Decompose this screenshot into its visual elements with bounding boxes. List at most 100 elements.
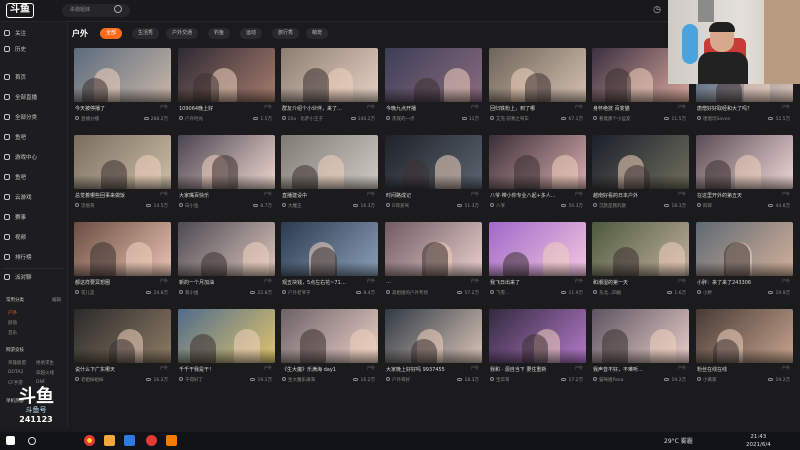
streamer-name[interactable]: 飞雪… bbox=[490, 290, 546, 296]
stream-thumbnail[interactable] bbox=[178, 309, 275, 363]
stream-thumbnail[interactable] bbox=[489, 222, 586, 276]
streamer-name[interactable]: 东北...四娘 bbox=[593, 290, 649, 296]
streamer-name[interactable]: 小黄家 bbox=[697, 377, 753, 383]
stream-thumbnail[interactable] bbox=[74, 309, 171, 363]
stream-thumbnail[interactable] bbox=[696, 309, 793, 363]
stream-card[interactable]: 和潮湿的第一天 户外 东北...四娘 1.6万 bbox=[592, 222, 689, 301]
sub-dnf[interactable]: DNF bbox=[36, 380, 45, 385]
stream-thumbnail[interactable] bbox=[178, 48, 275, 102]
streamer-name[interactable]: 宝华哥 bbox=[490, 377, 546, 383]
stream-title[interactable]: 在这里开外的第五天 bbox=[697, 192, 773, 199]
stream-card[interactable]: 今天被停播了 户外 直播分播 288.2万 bbox=[74, 48, 171, 127]
stream-thumbnail[interactable] bbox=[385, 309, 482, 363]
streamer-name[interactable]: 蒋小姐 bbox=[179, 290, 235, 296]
streamer-name[interactable]: 生大魔乐满海 bbox=[282, 377, 338, 383]
tab-travel[interactable]: 旅行秀 bbox=[272, 28, 300, 39]
sub-beauty[interactable]: 颜值 bbox=[8, 320, 17, 326]
folder-icon[interactable] bbox=[104, 435, 115, 446]
stream-card[interactable]: 直播建设中 户外 大魔王 16.3万 bbox=[281, 135, 378, 214]
stream-thumbnail[interactable] bbox=[74, 48, 171, 102]
stream-card[interactable]: 时间路成记 户外 D哥爱驾 51.3万 bbox=[385, 135, 482, 214]
stream-card[interactable]: 大家嘴百快乐 户外 白小鱼 8.7万 bbox=[178, 135, 275, 214]
streamer-name[interactable]: 沉默是我的歌 bbox=[593, 203, 649, 209]
windows-start-icon[interactable] bbox=[6, 436, 15, 445]
sub-pubg[interactable]: 绝地求生 bbox=[36, 360, 54, 366]
sidebar-item-party[interactable]: 派对聊 bbox=[4, 272, 64, 284]
stream-thumbnail[interactable] bbox=[592, 222, 689, 276]
streamer-name[interactable]: 户外时光 bbox=[179, 116, 235, 122]
stream-card[interactable]: 大家晚上好好吗 9937455 户外 户外哥好 18.3万 bbox=[385, 309, 482, 388]
stream-title[interactable]: 小胖：来了来了243306 bbox=[697, 279, 773, 286]
stream-title[interactable]: 新的一个月加油 bbox=[179, 279, 255, 286]
sub-cf[interactable]: 穿越火线 bbox=[36, 370, 54, 376]
stream-title[interactable]: 都这样要冥想圈 bbox=[75, 279, 151, 286]
streamer-name[interactable]: 唐僧玩Seven bbox=[697, 116, 753, 122]
app-red-icon[interactable] bbox=[146, 435, 157, 446]
stream-card[interactable]: 我飞日出来了 户外 飞雪… 11.9万 bbox=[489, 222, 586, 301]
stream-title[interactable]: 唐僧好好取经和大了吗？ bbox=[697, 105, 773, 112]
streamer-name[interactable]: 四郎 bbox=[697, 203, 753, 209]
stream-thumbnail[interactable] bbox=[281, 135, 378, 189]
streamer-name[interactable]: 猫咪姐Pana bbox=[593, 377, 649, 383]
stream-title[interactable]: 今晚九点开播 bbox=[386, 105, 462, 112]
chrome-icon[interactable] bbox=[84, 435, 95, 446]
stream-title[interactable]: 身怀绝技 百变猫 bbox=[593, 105, 669, 112]
streamer-name[interactable]: Ella · 比萨小王子 bbox=[282, 116, 338, 122]
stream-card[interactable]: 在这里开外的第五天 户外 四郎 44.8万 bbox=[696, 135, 793, 214]
sidebar-item-follow[interactable]: 关注 bbox=[4, 28, 64, 40]
stream-thumbnail[interactable] bbox=[592, 135, 689, 189]
streamer-name[interactable]: 流氓哥 bbox=[75, 203, 131, 209]
stream-thumbnail[interactable] bbox=[696, 222, 793, 276]
sidebar-item-all-live[interactable]: 全部直播 bbox=[4, 92, 64, 104]
tab-all[interactable]: 全部 bbox=[100, 28, 123, 39]
sub-music[interactable]: 音乐 bbox=[8, 330, 17, 336]
stream-title[interactable]: 大家嘴百快乐 bbox=[179, 192, 255, 199]
stream-title[interactable]: 109064晚上好 bbox=[179, 105, 255, 112]
sub-outdoor[interactable]: 户外 bbox=[8, 310, 17, 316]
sidebar-item-events[interactable]: 赛事 bbox=[4, 212, 64, 224]
streamer-name[interactable]: 干得好了 bbox=[179, 377, 235, 383]
stream-card[interactable]: 回归铁粉上，到了哪 户外 艾克·前我之驾车 67.1万 bbox=[489, 48, 586, 127]
stream-card[interactable]: 我和 · 源自当下 要住重新 户外 宝华哥 17.2万 bbox=[489, 309, 586, 388]
streamer-name[interactable]: 小胖 bbox=[697, 290, 753, 296]
stream-thumbnail[interactable] bbox=[696, 135, 793, 189]
stream-title[interactable]: 总觉着哪些回事来做饭 bbox=[75, 192, 151, 199]
stream-title[interactable]: 越南好看的日本户外 bbox=[593, 192, 669, 199]
streamer-name[interactable]: D哥爱驾 bbox=[386, 203, 442, 209]
stream-thumbnail[interactable] bbox=[281, 222, 378, 276]
stream-title[interactable]: 今天被停播了 bbox=[75, 105, 151, 112]
stream-title[interactable]: 我和 · 源自当下 要住重新 bbox=[490, 366, 566, 373]
tab-sports[interactable]: 运动 bbox=[240, 28, 263, 39]
stream-thumbnail[interactable] bbox=[385, 135, 482, 189]
app-icon[interactable] bbox=[124, 435, 135, 446]
streamer-name[interactable]: 大魔王 bbox=[282, 203, 338, 209]
stream-thumbnail[interactable] bbox=[281, 48, 378, 102]
stream-title[interactable]: 和潮湿的第一天 bbox=[593, 279, 669, 286]
streamer-name[interactable]: 户外哥好 bbox=[386, 377, 442, 383]
stream-card[interactable]: 粉丝在线在线 户外 小黄家 19.2万 bbox=[696, 309, 793, 388]
stream-title[interactable]: … bbox=[386, 279, 462, 285]
streamer-name[interactable]: 艾克·前我之驾车 bbox=[490, 116, 546, 122]
stream-thumbnail[interactable] bbox=[489, 135, 586, 189]
stream-title[interactable]: 我飞日出来了 bbox=[490, 279, 566, 286]
stream-thumbnail[interactable] bbox=[489, 48, 586, 102]
stream-card[interactable]: 新的一个月加油 户外 蒋小姐 22.8万 bbox=[178, 222, 275, 301]
sub-lol[interactable]: 英雄联盟 bbox=[8, 360, 26, 366]
stream-title[interactable]: 直播建设中 bbox=[282, 192, 358, 199]
tab-life-show[interactable]: 生活秀 bbox=[132, 28, 160, 39]
streamer-name[interactable]: 户外老爷子 bbox=[282, 290, 338, 296]
edit-common-button[interactable]: 编辑 bbox=[52, 297, 61, 303]
stream-title[interactable]: 时间路成记 bbox=[386, 192, 462, 199]
sidebar-item-fishbar[interactable]: 鱼吧 bbox=[4, 132, 64, 144]
stream-thumbnail[interactable] bbox=[592, 309, 689, 363]
stream-title[interactable]: 粉丝在线在线 bbox=[697, 366, 773, 373]
stream-card[interactable]: 今晚九点开播 户外 黑夜的一点 11万 bbox=[385, 48, 482, 127]
streamer-name[interactable]: 八爷 bbox=[490, 203, 546, 209]
stream-card[interactable]: 八爷·带小你专业八起+多人… 户外 八爷 50.3万 bbox=[489, 135, 586, 214]
streamer-name[interactable]: 黑夜的一点 bbox=[386, 116, 442, 122]
stream-card[interactable]: 越南好看的日本户外 户外 沉默是我的歌 18.3万 bbox=[592, 135, 689, 214]
stream-title[interactable]: 说什么下广东哪天 bbox=[75, 366, 151, 373]
stream-thumbnail[interactable] bbox=[385, 222, 482, 276]
stream-title[interactable]: 观五块钱，5点左右花~71… bbox=[282, 279, 358, 286]
stream-thumbnail[interactable] bbox=[489, 309, 586, 363]
